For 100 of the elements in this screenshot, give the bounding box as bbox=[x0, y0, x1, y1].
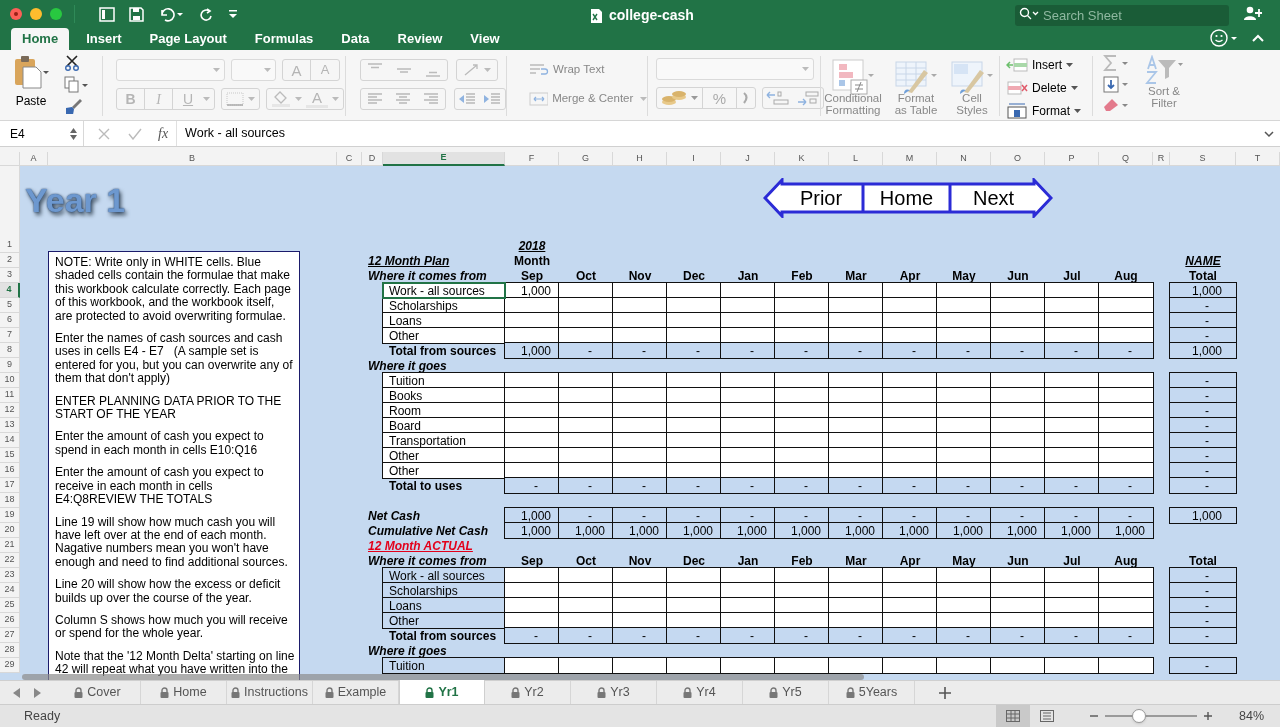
formula-input[interactable]: Work - all sources bbox=[177, 121, 1264, 146]
column-header[interactable]: N bbox=[937, 152, 991, 166]
column-header[interactable]: P bbox=[1045, 152, 1099, 166]
name-box[interactable]: E4 bbox=[0, 121, 84, 146]
row-header[interactable]: 14 bbox=[0, 433, 20, 448]
row-header[interactable]: 29 bbox=[0, 658, 20, 673]
row-header[interactable]: 26 bbox=[0, 613, 20, 628]
table-cell[interactable] bbox=[991, 658, 1045, 673]
row-header[interactable]: 23 bbox=[0, 568, 20, 583]
row-header[interactable]: 20 bbox=[0, 523, 20, 538]
column-header[interactable]: S bbox=[1170, 152, 1236, 166]
maximize-icon[interactable] bbox=[50, 8, 62, 20]
eraser-icon[interactable] bbox=[1103, 98, 1129, 112]
row-header[interactable]: 15 bbox=[0, 448, 20, 463]
table-cell[interactable] bbox=[1099, 658, 1153, 673]
table-cell[interactable] bbox=[1045, 658, 1099, 673]
collapse-ribbon-icon[interactable] bbox=[1252, 34, 1264, 42]
row-header[interactable]: 22 bbox=[0, 553, 20, 568]
column-header[interactable]: H bbox=[613, 152, 667, 166]
column-header[interactable]: C bbox=[337, 152, 362, 166]
row-header[interactable]: 3 bbox=[0, 268, 20, 283]
save-icon[interactable] bbox=[129, 6, 144, 22]
row-header[interactable]: 12 bbox=[0, 403, 20, 418]
row-header[interactable]: 19 bbox=[0, 508, 20, 523]
row-header[interactable]: 1 bbox=[0, 166, 20, 253]
zoom-slider[interactable] bbox=[1105, 709, 1197, 723]
row-header[interactable]: 18 bbox=[0, 493, 20, 508]
sidebar-icon[interactable] bbox=[99, 6, 115, 22]
ribbon-tab[interactable]: Data bbox=[330, 28, 381, 50]
ribbon-tab[interactable]: Formulas bbox=[243, 28, 325, 50]
table-cell[interactable] bbox=[559, 658, 613, 673]
insert-function-button[interactable]: fx bbox=[158, 123, 169, 144]
row-header[interactable]: 10 bbox=[0, 373, 20, 388]
delete-button[interactable]: Delete bbox=[1006, 78, 1092, 98]
horizontal-scrollbar[interactable] bbox=[22, 674, 864, 680]
font-field[interactable] bbox=[116, 59, 225, 81]
insert-button[interactable]: Insert bbox=[1006, 55, 1092, 75]
column-header[interactable]: Q bbox=[1099, 152, 1153, 166]
column-header[interactable]: K bbox=[775, 152, 829, 166]
table-cell[interactable] bbox=[667, 658, 721, 673]
ribbon-tab[interactable]: Insert bbox=[75, 28, 133, 50]
format-as-table-button[interactable]: Format as Table bbox=[891, 58, 941, 116]
smiley-icon[interactable] bbox=[1210, 28, 1238, 48]
row-header[interactable]: 2 bbox=[0, 253, 20, 268]
format-button[interactable]: Format bbox=[1006, 101, 1092, 121]
table-cell[interactable] bbox=[721, 658, 775, 673]
format-painter-icon[interactable] bbox=[64, 98, 82, 114]
table-cell[interactable] bbox=[937, 658, 991, 673]
column-header[interactable]: E bbox=[383, 152, 505, 166]
row-header[interactable]: 16 bbox=[0, 463, 20, 478]
previous-sheet-icon[interactable] bbox=[13, 687, 20, 698]
column-header[interactable]: O bbox=[991, 152, 1045, 166]
scissors-icon[interactable] bbox=[64, 55, 80, 71]
row-header[interactable]: 8 bbox=[0, 343, 20, 358]
row-header[interactable]: 4 bbox=[0, 283, 20, 298]
add-sheet-icon[interactable] bbox=[939, 686, 951, 699]
row-label[interactable]: Work - all sources bbox=[383, 283, 505, 298]
column-header[interactable]: I bbox=[667, 152, 721, 166]
ribbon-tab[interactable]: Home bbox=[11, 28, 70, 50]
table-cell[interactable] bbox=[883, 658, 937, 673]
table-cell[interactable] bbox=[505, 658, 559, 673]
ribbon-tab[interactable]: Review bbox=[386, 28, 454, 50]
row-header[interactable]: 25 bbox=[0, 598, 20, 613]
row-header[interactable]: 28 bbox=[0, 643, 20, 658]
expand-icon[interactable] bbox=[1264, 129, 1274, 138]
row-header[interactable]: 7 bbox=[0, 328, 20, 343]
column-header[interactable]: D bbox=[362, 152, 383, 166]
search-field[interactable]: Search Sheet bbox=[1015, 5, 1229, 26]
row-header[interactable]: 5 bbox=[0, 298, 20, 313]
share-person-icon[interactable] bbox=[1244, 6, 1262, 21]
row-header[interactable]: 6 bbox=[0, 313, 20, 328]
column-header[interactable]: M bbox=[883, 152, 937, 166]
row-header[interactable]: 11 bbox=[0, 388, 20, 403]
customize-icon[interactable] bbox=[227, 9, 239, 19]
minimize-icon[interactable] bbox=[30, 8, 42, 20]
paste-button[interactable]: Paste bbox=[10, 55, 52, 110]
column-header[interactable]: R bbox=[1153, 152, 1170, 166]
next-sheet-icon[interactable] bbox=[34, 687, 41, 698]
column-header[interactable]: A bbox=[20, 152, 48, 166]
zoom-in-icon[interactable] bbox=[1203, 711, 1213, 721]
sort-filter-button[interactable]: Sort & Filter bbox=[1139, 55, 1189, 109]
next-button[interactable]: Next bbox=[950, 178, 1053, 218]
redo-icon[interactable] bbox=[198, 6, 213, 22]
copy-icon[interactable] bbox=[64, 76, 88, 93]
column-header[interactable]: T bbox=[1236, 152, 1280, 166]
sheet-tab[interactable]: Yr1 bbox=[399, 680, 485, 704]
table-cell[interactable] bbox=[775, 658, 829, 673]
table-cell[interactable] bbox=[829, 658, 883, 673]
column-header[interactable]: J bbox=[721, 152, 775, 166]
check-icon[interactable] bbox=[128, 127, 142, 140]
table-cell[interactable] bbox=[613, 658, 667, 673]
column-header[interactable]: F bbox=[505, 152, 559, 166]
column-header[interactable]: B bbox=[48, 152, 337, 166]
cell-styles-button[interactable]: Cell Styles bbox=[947, 58, 997, 116]
close-icon[interactable] bbox=[10, 8, 22, 20]
font-size-field[interactable] bbox=[231, 59, 276, 81]
ribbon-tab[interactable]: Page Layout bbox=[138, 28, 238, 50]
column-header[interactable]: L bbox=[829, 152, 883, 166]
row-header[interactable]: 9 bbox=[0, 358, 20, 373]
undo-icon[interactable] bbox=[158, 6, 184, 22]
